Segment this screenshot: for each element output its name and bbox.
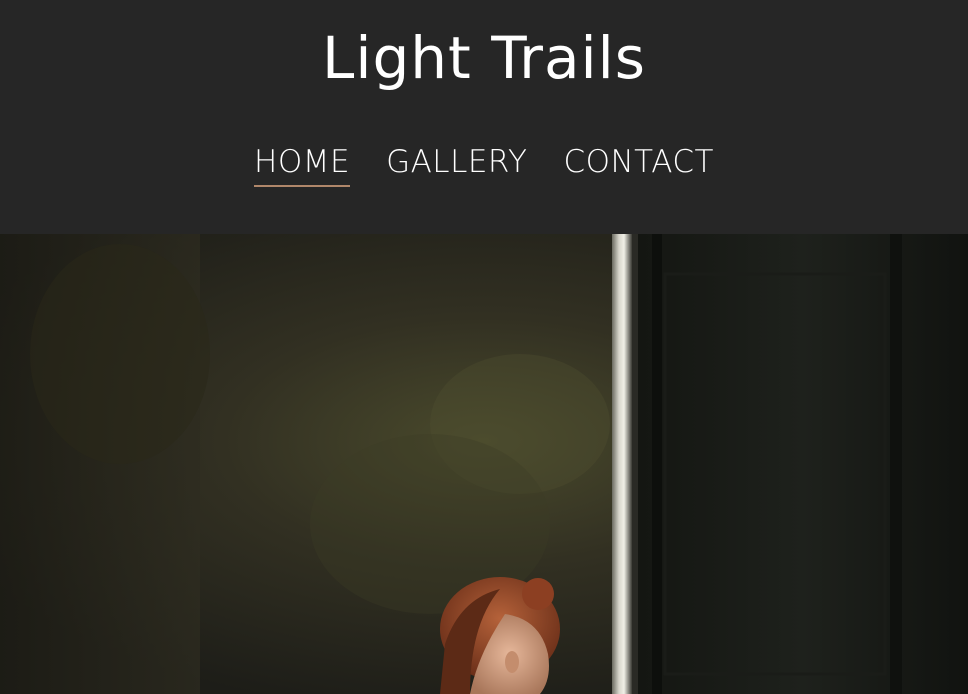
nav-item-home[interactable]: HOME <box>254 140 351 187</box>
main-nav: HOME GALLERY CONTACT <box>0 140 968 187</box>
hero-image <box>0 234 968 694</box>
portrait-photo <box>0 234 968 694</box>
nav-item-gallery[interactable]: GALLERY <box>386 140 527 187</box>
site-title[interactable]: Light Trails <box>0 20 968 96</box>
site-header: Light Trails HOME GALLERY CONTACT <box>0 0 968 234</box>
nav-item-contact[interactable]: CONTACT <box>563 140 714 187</box>
